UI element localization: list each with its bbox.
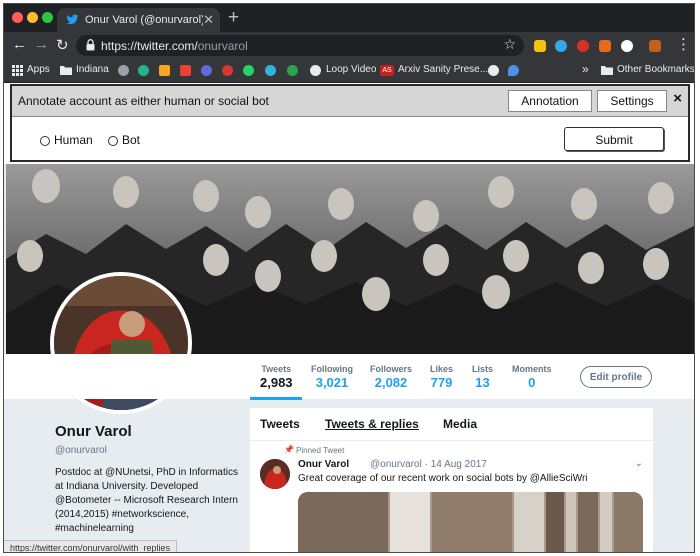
edit-profile-button[interactable]: Edit profile xyxy=(580,366,652,388)
bookmarks-overflow-chevron[interactable]: » xyxy=(582,62,589,76)
pin-icon: 📌 xyxy=(284,445,294,454)
browser-window: Onur Varol (@onurvarol) | Twitt ✕ + ← → … xyxy=(3,3,695,553)
diamond-bookmark-icon[interactable] xyxy=(201,65,212,76)
stat-likes[interactable]: Likes 779 xyxy=(430,364,453,390)
bookmark-other-bookmarks[interactable]: Other Bookmarks xyxy=(617,64,694,75)
bookmark-apps[interactable]: Apps xyxy=(27,64,50,75)
browser-toolbar: ← → ↻ https://twitter.com/onurvarol ☆ ⋮ xyxy=(4,32,694,60)
stat-lists[interactable]: Lists 13 xyxy=(472,364,493,390)
bookmark-indiana[interactable]: Indiana xyxy=(76,64,109,75)
clock-extension-icon[interactable] xyxy=(621,40,633,52)
doc-bookmark-icon[interactable] xyxy=(159,65,170,76)
new-tab-button[interactable]: + xyxy=(228,7,239,29)
twitter-bird-icon xyxy=(66,14,79,25)
stat-moments[interactable]: Moments 0 xyxy=(512,364,552,390)
tweet-avatar[interactable] xyxy=(260,459,290,489)
chevron-down-icon[interactable]: ⌄ xyxy=(635,458,643,469)
maximize-window-button[interactable] xyxy=(42,12,53,23)
tweet-author-handle-date[interactable]: @onurvarol · 14 Aug 2017 xyxy=(370,459,487,470)
profile-bio: Postdoc at @NUnetsi, PhD in Informatics … xyxy=(55,467,238,534)
tab-tweets-and-replies[interactable]: Tweets & replies xyxy=(325,417,419,431)
menu-kebab-icon[interactable]: ⋮ xyxy=(676,35,691,53)
close-annotation-icon[interactable]: × xyxy=(673,90,682,107)
tweet-author-name[interactable]: Onur Varol xyxy=(298,459,349,470)
bot-radio[interactable] xyxy=(108,136,118,146)
bookmark-star-icon[interactable]: ☆ xyxy=(503,36,516,53)
annotation-header: Annotate account as either human or soci… xyxy=(12,86,688,117)
annotation-tab[interactable]: Annotation xyxy=(508,90,592,112)
lock-icon xyxy=(86,39,95,51)
stat-followers[interactable]: Followers 2,082 xyxy=(370,364,412,390)
minimize-window-button[interactable] xyxy=(27,12,38,23)
human-radio[interactable] xyxy=(40,136,50,146)
chat-bookmark-icon[interactable] xyxy=(138,65,149,76)
pinned-tweet-label: Pinned Tweet xyxy=(296,446,345,455)
profile-handle[interactable]: @onurvarol xyxy=(55,445,107,456)
gear-bookmark-icon[interactable] xyxy=(488,65,499,76)
folder-extension-icon[interactable] xyxy=(534,40,546,52)
blue-bookmark-icon[interactable] xyxy=(265,65,276,76)
tweet-text: Great coverage of our recent work on soc… xyxy=(298,473,588,484)
twitter-profile-page: Tweets 2,983 Following 3,021 Followers 2… xyxy=(4,164,694,552)
stat-following[interactable]: Following 3,021 xyxy=(311,364,353,390)
drop-bookmark-icon[interactable] xyxy=(508,65,519,76)
back-icon[interactable]: ← xyxy=(12,36,27,53)
whatsapp-icon[interactable] xyxy=(243,65,254,76)
sync-extension-icon[interactable] xyxy=(555,40,567,52)
address-bar[interactable]: https://twitter.com/onurvarol ☆ xyxy=(76,35,524,56)
shield-extension-icon[interactable] xyxy=(577,40,589,52)
avatar-extension-icon[interactable] xyxy=(649,40,661,52)
tab-title: Onur Varol (@onurvarol) | Twitt xyxy=(85,14,203,26)
folder-icon xyxy=(60,66,72,75)
profile-name: Onur Varol xyxy=(55,423,132,440)
timeline-panel: Tweets Tweets & replies Media 📌 Pinned T… xyxy=(250,408,653,552)
tab-strip: Onur Varol (@onurvarol) | Twitt ✕ + xyxy=(4,4,694,32)
reload-icon[interactable]: ↻ xyxy=(56,36,69,54)
bookmark-loop-video[interactable]: Loop Video xyxy=(326,64,376,75)
globe-icon xyxy=(310,65,321,76)
record-extension-icon[interactable] xyxy=(599,40,611,52)
tweet-media-image[interactable] xyxy=(298,492,643,552)
folder-icon xyxy=(601,66,613,75)
grid-bookmark-icon[interactable] xyxy=(180,65,191,76)
tab-tweets[interactable]: Tweets xyxy=(260,417,300,431)
bookmarks-bar: Apps Indiana Loop Video AS Arxiv Sanity … xyxy=(4,60,694,83)
stat-tweets[interactable]: Tweets 2,983 xyxy=(260,364,293,390)
submit-button[interactable]: Submit xyxy=(564,127,664,151)
status-bar-url: https://twitter.com/onurvarol/with_repli… xyxy=(4,540,178,552)
bot-radio-label[interactable]: Bot xyxy=(122,133,140,147)
annotation-title: Annotate account as either human or soci… xyxy=(18,94,269,108)
apps-grid-icon xyxy=(12,65,23,76)
tab-media[interactable]: Media xyxy=(443,417,477,431)
tab-close-icon[interactable]: ✕ xyxy=(203,12,214,28)
arxiv-sanity-icon: AS xyxy=(380,65,394,76)
close-window-button[interactable] xyxy=(12,12,23,23)
timeline-divider xyxy=(250,440,653,441)
settings-bookmark-icon[interactable] xyxy=(118,65,129,76)
settings-tab[interactable]: Settings xyxy=(597,90,667,112)
browser-tab-active[interactable]: Onur Varol (@onurvarol) | Twitt ✕ xyxy=(57,8,220,32)
annotation-panel: Annotate account as either human or soci… xyxy=(10,84,690,162)
url-text: https://twitter.com/onurvarol xyxy=(101,39,248,53)
green-bookmark-icon[interactable] xyxy=(287,65,298,76)
active-stat-underline xyxy=(250,397,302,400)
red-bookmark-icon[interactable] xyxy=(222,65,233,76)
human-radio-label[interactable]: Human xyxy=(54,133,93,147)
bookmark-arxiv-sanity[interactable]: Arxiv Sanity Prese... xyxy=(398,64,488,75)
forward-icon[interactable]: → xyxy=(34,36,49,53)
